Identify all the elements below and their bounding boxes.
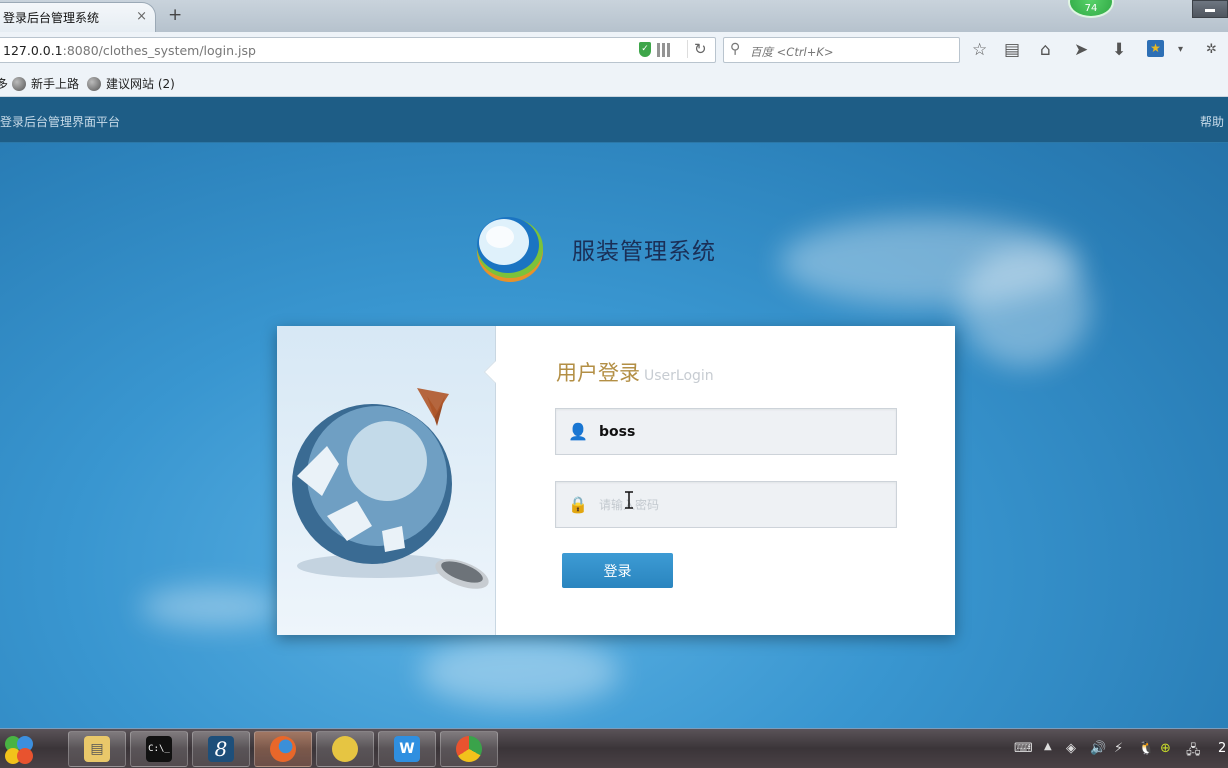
bookmark-label: 新手上路 (31, 77, 80, 91)
user-icon: 👤 (568, 422, 588, 441)
login-button[interactable]: 登录 (562, 553, 673, 588)
taskbar-app-command-prompt[interactable]: C:\_ (130, 731, 188, 767)
logo-icon (474, 215, 546, 283)
taskbar-app-8[interactable]: 8 (192, 731, 250, 767)
taskbar: ▤ C:\_ 8 W ⌨ ▲ ◈ 🔊 ⚡ 🐧 ⊕ 🖧 2 (0, 728, 1228, 768)
login-box: 用户登录UserLogin 👤 🔒 登录 (277, 326, 955, 635)
browser-navbar: 127.0.0.1:8080/clothes_system/login.jsp … (0, 32, 1228, 69)
url-path: :8080/clothes_system/login.jsp (62, 43, 256, 58)
power-icon[interactable]: ⚡ (1114, 741, 1123, 756)
new-tab-button[interactable]: + (168, 5, 182, 25)
form-subtitle: UserLogin (644, 368, 714, 384)
taskbar-app-file-explorer[interactable]: ▤ (68, 731, 126, 767)
taskbar-app-360-browser[interactable] (440, 731, 498, 767)
volume-icon[interactable]: 🔊 (1090, 741, 1106, 756)
more-icon[interactable]: ✲ (1206, 40, 1217, 60)
bookmark-star-icon[interactable]: ☆ (972, 40, 987, 60)
login-form: 用户登录UserLogin 👤 🔒 登录 (496, 326, 955, 635)
form-title-text: 用户登录 (556, 361, 640, 385)
start-button[interactable] (2, 733, 36, 767)
browser-titlebar: 登录后台管理系统 × + 74 (0, 0, 1228, 32)
close-tab-icon[interactable]: × (136, 9, 147, 24)
app-yellow-icon (332, 736, 358, 762)
cloud-decoration (140, 587, 280, 627)
password-field: 🔒 (555, 481, 897, 528)
clock[interactable]: 2 (1218, 741, 1226, 756)
url-host: 127.0.0.1 (3, 43, 63, 58)
tab-title: 登录后台管理系统 (3, 11, 100, 25)
globe-puzzle-illustration (277, 326, 496, 635)
qr-code-icon[interactable] (657, 43, 671, 57)
url-text[interactable]: 127.0.0.1:8080/clothes_system/login.jsp (3, 43, 256, 58)
security-shield-icon[interactable]: ✓ (639, 42, 651, 57)
password-input[interactable] (599, 490, 884, 520)
minimize-icon (1205, 9, 1215, 12)
dropdown-icon[interactable]: ▾ (1178, 40, 1183, 60)
cloud-decoration (420, 637, 620, 707)
terminal-icon: C:\_ (146, 736, 172, 762)
search-icon: ⚲ (730, 41, 741, 57)
send-icon[interactable]: ➤ (1074, 40, 1088, 60)
network-diamond-icon[interactable]: ◈ (1066, 741, 1076, 756)
firefox-icon (270, 736, 296, 762)
plus-badge-icon[interactable]: ⊕ (1160, 741, 1171, 756)
network-icon[interactable]: 🖧 (1186, 741, 1201, 763)
taskbar-app-firefox[interactable] (254, 731, 312, 767)
header-title: 登录后台管理界面平台 (0, 115, 121, 129)
username-field: 👤 (555, 408, 897, 455)
bookmark-item[interactable]: 新手上路 (12, 75, 79, 92)
refresh-icon[interactable]: ↻ (687, 40, 707, 58)
lock-icon: 🔒 (568, 495, 588, 514)
notification-badge[interactable]: 74 (1068, 0, 1114, 18)
globe-icon (87, 76, 101, 91)
bookmark-item[interactable]: 多 (0, 75, 8, 92)
brand: 服装管理系统 (474, 215, 716, 283)
home-icon[interactable]: ⌂ (1040, 40, 1051, 60)
address-bar[interactable]: 127.0.0.1:8080/clothes_system/login.jsp … (0, 37, 716, 63)
bookmark-item[interactable]: 建议网站 (2) (87, 75, 175, 92)
help-link[interactable]: 帮助 (1200, 113, 1224, 130)
download-icon[interactable]: ⬇ (1112, 40, 1126, 60)
browser-tab-active[interactable]: 登录后台管理系统 × (0, 2, 156, 32)
folder-icon: ▤ (84, 736, 110, 762)
show-hidden-icons[interactable]: ▲ (1044, 741, 1052, 752)
form-title: 用户登录 UserLogin (556, 357, 714, 387)
app-8-icon: 8 (208, 736, 234, 762)
login-page: 登录后台管理界面平台 帮助 服装管理系统 用户登录 UserLogin 👤 bo… (0, 97, 1228, 728)
search-bar[interactable]: ⚲ 百度 <Ctrl+K> (723, 37, 960, 63)
taskbar-app-yellow[interactable] (316, 731, 374, 767)
start-orb-icon (5, 736, 33, 764)
browser-360-icon (456, 736, 482, 762)
bookmarks-bar: 多 新手上路 建议网站 (2) (0, 69, 1228, 97)
bookmark-label: 建议网站 (2) (106, 77, 175, 91)
reading-list-icon[interactable]: ▤ (1004, 40, 1020, 60)
wps-icon: W (394, 736, 420, 762)
brand-title: 服装管理系统 (572, 239, 716, 265)
taskbar-app-wps[interactable]: W (378, 731, 436, 767)
keyboard-icon[interactable]: ⌨ (1014, 741, 1033, 756)
extension-icon[interactable]: ★ (1147, 40, 1164, 57)
globe-icon (12, 76, 26, 91)
text-cursor-icon (625, 491, 633, 509)
minimize-button[interactable] (1192, 0, 1228, 18)
page-header: 登录后台管理界面平台 帮助 (0, 97, 1228, 143)
cloud-decoration (960, 247, 1090, 367)
search-placeholder: 百度 <Ctrl+K> (750, 45, 834, 59)
bookmark-label: 多 (0, 77, 9, 91)
qq-icon[interactable]: 🐧 (1138, 741, 1154, 756)
username-input[interactable] (599, 417, 884, 447)
